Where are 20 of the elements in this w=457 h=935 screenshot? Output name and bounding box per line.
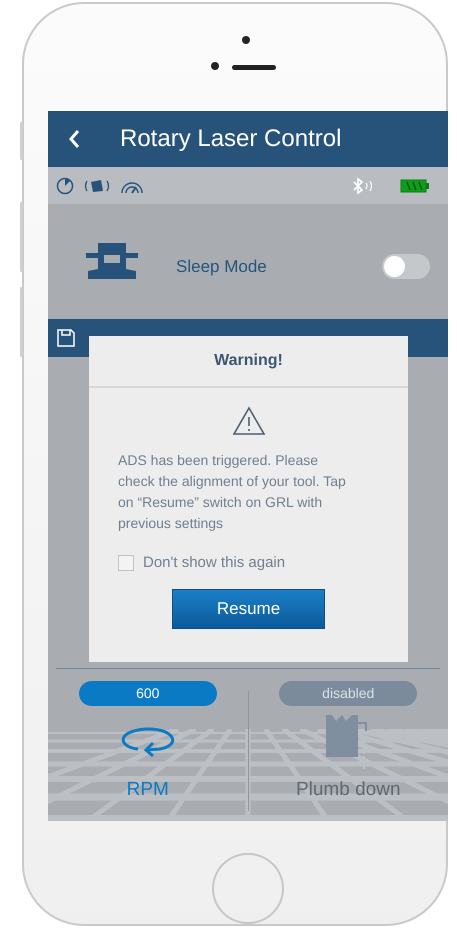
camera-dot (242, 36, 250, 44)
control-label: RPM (126, 778, 169, 801)
save-icon[interactable] (56, 328, 76, 348)
screen-title: Rotary Laser Control (120, 125, 342, 154)
dialog-title: Warning! (89, 336, 408, 388)
resume-button[interactable]: Resume (172, 589, 325, 630)
warning-icon (232, 406, 266, 436)
timer-icon (56, 176, 74, 195)
sleep-mode-label: Sleep Mode (176, 256, 268, 277)
control-label: Plumb down (296, 778, 401, 801)
battery-icon (400, 178, 430, 193)
sleep-mode-toggle[interactable] (382, 254, 430, 280)
sensor-dot (211, 62, 219, 70)
back-icon[interactable] (68, 129, 80, 150)
value-pill[interactable]: 600 (78, 680, 217, 706)
checkbox[interactable] (118, 554, 134, 571)
speaker-grille (232, 65, 276, 70)
checkbox-label: Don't show this again (143, 554, 286, 572)
home-button[interactable] (212, 852, 284, 924)
dialog-message: ADS has been triggered. Please check the alignment of your tool. Tap on “Resume” switch on GRL with previous settings (118, 451, 347, 534)
